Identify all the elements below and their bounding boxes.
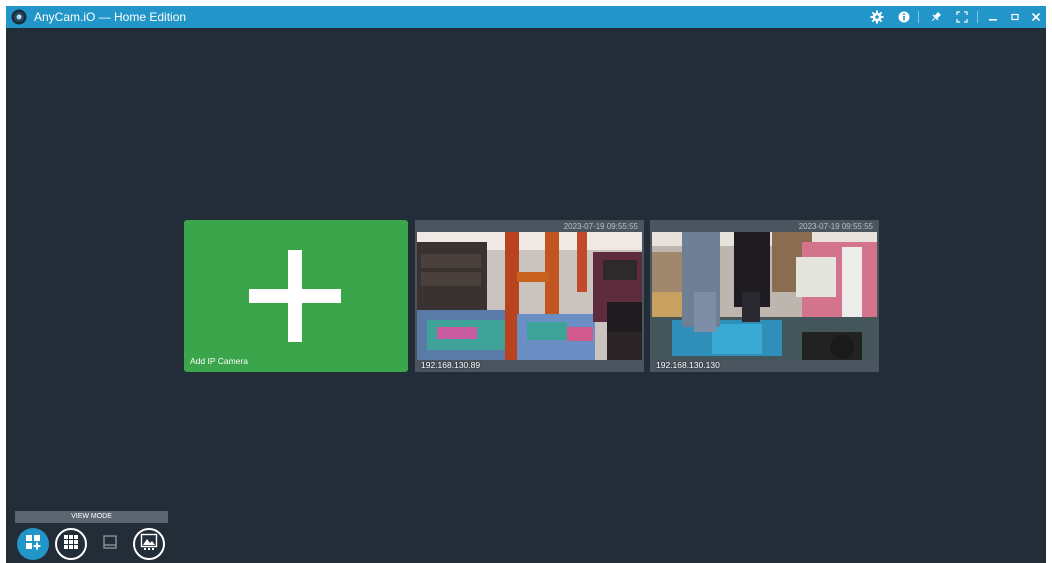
window-title: AnyCam.iO — Home Edition [34, 10, 187, 24]
single-view-icon [102, 534, 118, 555]
grid-dots-view-button[interactable] [55, 528, 87, 560]
camera-tile-2[interactable]: 2023-07-19 09:55:55 192.168.130.130 [650, 220, 879, 372]
minimize-icon[interactable] [985, 9, 1001, 25]
maximize-icon[interactable] [1007, 9, 1023, 25]
single-view-button[interactable] [94, 528, 126, 560]
grid-add-icon [25, 534, 41, 555]
camera-timestamp: 2023-07-19 09:55:55 [563, 222, 638, 231]
plus-icon-bar [249, 289, 341, 303]
title-bar[interactable]: AnyCam.iO — Home Edition [6, 6, 1046, 28]
camera-ip-label: 192.168.130.89 [421, 360, 481, 370]
grid-add-view-button[interactable] [17, 528, 49, 560]
camera-feed-2 [652, 232, 877, 360]
grid-dots-icon [63, 534, 79, 555]
fullscreen-icon[interactable] [954, 9, 970, 25]
image-view-icon [140, 533, 158, 556]
camera-feed-1 [417, 232, 642, 360]
titlebar-separator [918, 11, 919, 23]
pin-icon[interactable] [928, 9, 944, 25]
add-ip-camera-label: Add IP Camera [190, 356, 248, 366]
settings-gear-icon[interactable] [869, 9, 885, 25]
info-icon[interactable] [896, 9, 912, 25]
close-icon[interactable] [1028, 9, 1044, 25]
view-mode-toggle[interactable]: VIEW MODE [15, 511, 168, 523]
add-ip-camera-tile[interactable]: Add IP Camera [184, 220, 408, 372]
camera-timestamp: 2023-07-19 09:55:55 [798, 222, 873, 231]
camera-tile-1[interactable]: 2023-07-19 09:55:55 192.168.130.89 [415, 220, 644, 372]
anycam-logo-icon [11, 9, 27, 25]
app-window: AnyCam.iO — Home Edition Add IP Camera 2… [6, 6, 1046, 563]
image-view-button[interactable] [133, 528, 165, 560]
titlebar-separator [977, 11, 978, 23]
camera-ip-label: 192.168.130.130 [656, 360, 720, 370]
